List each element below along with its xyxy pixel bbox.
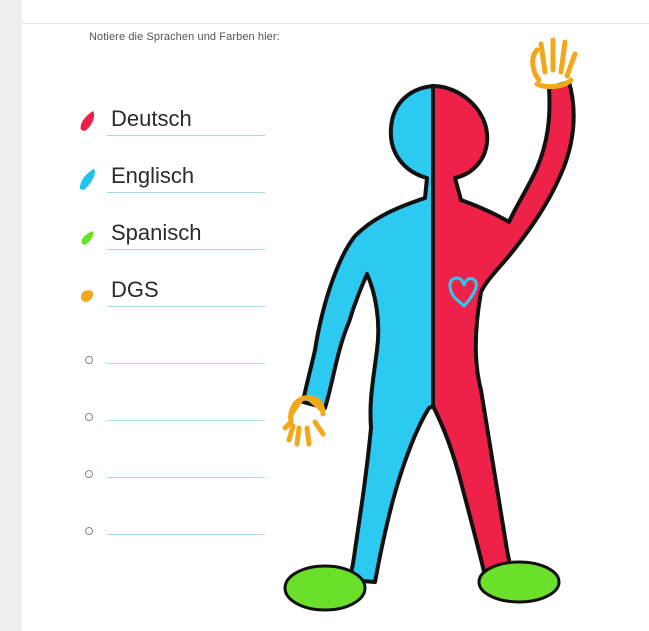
bullet-icon: [85, 356, 93, 364]
language-entry-spanisch[interactable]: Spanisch: [75, 210, 270, 250]
writing-line: [107, 192, 265, 193]
language-label: DGS: [111, 277, 159, 302]
writing-line: [107, 135, 265, 136]
orange-color-swatch-icon: [81, 290, 94, 302]
bullet-icon: [85, 413, 93, 421]
bullet-icon: [85, 527, 93, 535]
left-hand-icon: [282, 395, 326, 447]
right-hand-icon: [530, 37, 578, 90]
red-color-swatch-icon: [80, 111, 95, 131]
green-color-swatch-icon: [81, 231, 94, 245]
instruction-text: Notiere die Sprachen und Farben hier:: [89, 31, 280, 43]
top-divider: [22, 23, 649, 24]
language-entry-deutsch[interactable]: Deutsch: [75, 96, 270, 136]
language-portrait-figure: [282, 37, 578, 612]
language-entry-englisch[interactable]: Englisch: [75, 153, 270, 193]
left-foot: [283, 564, 367, 612]
writing-line: [107, 477, 265, 478]
empty-entry[interactable]: [75, 381, 270, 421]
writing-line: [107, 306, 265, 307]
blue-color-swatch-icon: [79, 169, 95, 190]
figure-right-half: [431, 80, 576, 578]
empty-entry[interactable]: [75, 495, 270, 535]
language-label: Deutsch: [111, 106, 192, 131]
empty-entry[interactable]: [75, 438, 270, 478]
writing-line: [107, 420, 265, 421]
bullet-icon: [85, 470, 93, 478]
language-label: Englisch: [111, 163, 195, 188]
language-label: Spanisch: [111, 220, 202, 245]
writing-line: [107, 249, 265, 250]
writing-line: [107, 363, 265, 364]
right-foot: [477, 560, 561, 604]
empty-entry[interactable]: [75, 324, 270, 364]
language-entry-dgs[interactable]: DGS: [75, 267, 270, 307]
writing-line: [107, 534, 265, 535]
figure-left-half: [301, 84, 435, 584]
